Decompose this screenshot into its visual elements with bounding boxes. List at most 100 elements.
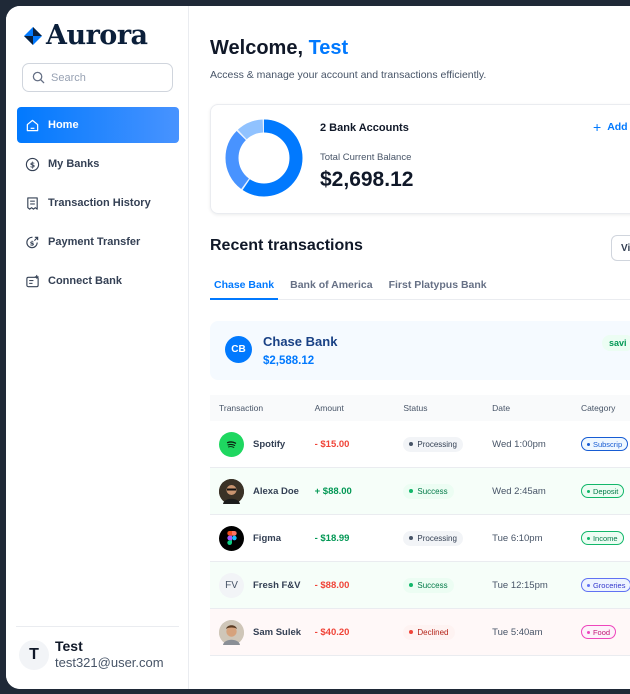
category-dot: [586, 583, 590, 587]
transaction-cell: Figma: [210, 525, 306, 551]
welcome-text: Welcome,: [210, 37, 303, 59]
status-cell: Processing: [394, 436, 483, 452]
connect-bank-icon: [26, 274, 39, 287]
table-row[interactable]: FV Fresh F&V - $88.00 Success Tue 12:15p…: [210, 562, 630, 609]
sidebar-item-transaction-history[interactable]: Transaction History: [17, 185, 179, 221]
category-label: Groceries: [592, 580, 626, 590]
transaction-cell: Alexa Doe: [210, 478, 306, 504]
app-logo[interactable]: Aurora: [22, 20, 148, 51]
sidebar-item-payment-transfer[interactable]: $ Payment Transfer: [17, 224, 179, 260]
alexa-avatar-icon: [219, 478, 244, 504]
category-badge: Groceries: [580, 578, 630, 592]
page-subtitle: Access & manage your account and transac…: [210, 69, 487, 81]
transaction-date: Tue 12:15pm: [492, 579, 548, 591]
add-bank-button[interactable]: + Add: [593, 119, 628, 135]
category-badge: Income: [580, 531, 624, 545]
sidebar-item-home[interactable]: Home: [17, 107, 179, 143]
recent-transactions-title: Recent transactions: [210, 237, 363, 254]
transaction-date: Wed 1:00pm: [492, 438, 546, 450]
transaction-name: Sam Sulek: [253, 626, 302, 638]
transaction-date: Wed 2:45am: [492, 485, 546, 497]
category-dot: [586, 442, 590, 446]
column-header: Date: [492, 403, 511, 413]
status-cell: Success: [394, 483, 483, 499]
status-dot: [409, 630, 414, 634]
status-label: Success: [417, 580, 448, 590]
welcome-user-name: Test: [308, 37, 349, 59]
category-cell: Food: [572, 625, 630, 639]
receipt-icon: [27, 196, 38, 210]
status-cell: Declined: [394, 624, 483, 640]
sidebar-nav: Home $ My Banks Transaction History $ Pa…: [17, 107, 179, 302]
status-badge: Processing: [403, 530, 463, 546]
category-dot: [586, 489, 590, 493]
home-icon: [26, 119, 39, 131]
category-dot: [586, 536, 590, 540]
aurora-logo-icon: [24, 26, 42, 45]
table-row[interactable]: Alexa Doe + $88.00 Success Wed 2:45am De…: [210, 468, 630, 515]
table-row[interactable]: Figma - $18.99 Processing Tue 6:10pm Inc…: [210, 515, 630, 562]
status-dot: [409, 489, 414, 493]
user-profile[interactable]: T Test test321@user.com: [16, 626, 179, 682]
transaction-amount: + $88.00: [314, 485, 352, 497]
total-balance-value: $2,698.12: [320, 168, 414, 191]
search-input[interactable]: [51, 71, 161, 84]
sidebar-item-my-banks[interactable]: $ My Banks: [17, 146, 179, 182]
bank-tabs: Chase Bank Bank of America First Platypu…: [210, 279, 630, 300]
transaction-date: Tue 6:10pm: [492, 532, 543, 544]
user-email: test321@user.com: [55, 655, 164, 671]
total-balance-label: Total Current Balance: [320, 152, 412, 163]
sidebar-item-label: Transaction History: [48, 197, 151, 209]
sidebar-item-label: My Banks: [48, 158, 100, 170]
transaction-name: Figma: [253, 532, 281, 544]
transaction-amount: - $18.99: [314, 532, 350, 544]
sidebar-item-label: Payment Transfer: [48, 236, 141, 248]
bank-accounts-count: 2 Bank Accounts: [320, 122, 409, 134]
spotify-logo-icon: [219, 431, 244, 457]
plus-icon: +: [593, 119, 602, 135]
column-header: Transaction: [219, 403, 264, 413]
transaction-amount: - $40.20: [314, 626, 350, 638]
table-row[interactable]: Spotify - $15.00 Processing Wed 1:00pm S…: [210, 421, 630, 468]
main-content: Welcome, Test Access & manage your accou…: [189, 6, 630, 689]
transaction-name: Alexa Doe: [253, 485, 299, 497]
status-badge: Declined: [403, 624, 455, 640]
status-badge: Processing: [403, 436, 463, 452]
category-cell: Income: [572, 531, 630, 545]
bank-name: Chase Bank: [263, 334, 338, 349]
transactions-table: Transaction Amount Status Date Category: [210, 395, 630, 656]
column-header: Status: [403, 403, 428, 413]
app-name: Aurora: [46, 20, 148, 51]
sidebar-item-connect-bank[interactable]: Connect Bank: [17, 263, 179, 299]
total-balance-card: 2 Bank Accounts Total Current Balance $2…: [210, 104, 630, 214]
avatar: T: [19, 639, 49, 670]
tab-bank-of-america[interactable]: Bank of America: [286, 279, 376, 300]
status-label: Declined: [417, 627, 449, 637]
table-header: Transaction Amount Status Date Category: [210, 395, 630, 421]
status-dot: [409, 536, 414, 540]
sam-avatar-icon: [219, 619, 244, 645]
bank-initials-badge: CB: [225, 336, 252, 363]
category-label: Subscrip: [592, 439, 623, 449]
category-label: Deposit: [592, 486, 619, 496]
column-header: Category: [580, 403, 616, 413]
search-box[interactable]: [22, 63, 173, 92]
user-name: Test: [55, 638, 83, 655]
view-all-button[interactable]: Vi: [611, 235, 630, 261]
dollar-circle-icon: $: [25, 157, 40, 171]
balance-donut-chart: [225, 119, 303, 197]
category-label: Food: [592, 627, 611, 637]
status-label: Success: [417, 486, 448, 496]
tab-first-platypus-bank[interactable]: First Platypus Bank: [385, 279, 491, 300]
transaction-cell: Spotify: [210, 431, 306, 457]
status-dot: [409, 583, 414, 587]
table-row[interactable]: Sam Sulek - $40.20 Declined Tue 5:40am F…: [210, 609, 630, 656]
transaction-amount: - $15.00: [314, 438, 350, 450]
tab-chase-bank[interactable]: Chase Bank: [210, 279, 279, 300]
transaction-amount: - $88.00: [314, 579, 350, 591]
status-cell: Success: [394, 577, 483, 593]
category-cell: Subscrip: [572, 437, 630, 451]
category-badge: Food: [580, 625, 617, 639]
status-label: Processing: [417, 533, 457, 543]
category-cell: Deposit: [572, 484, 630, 498]
